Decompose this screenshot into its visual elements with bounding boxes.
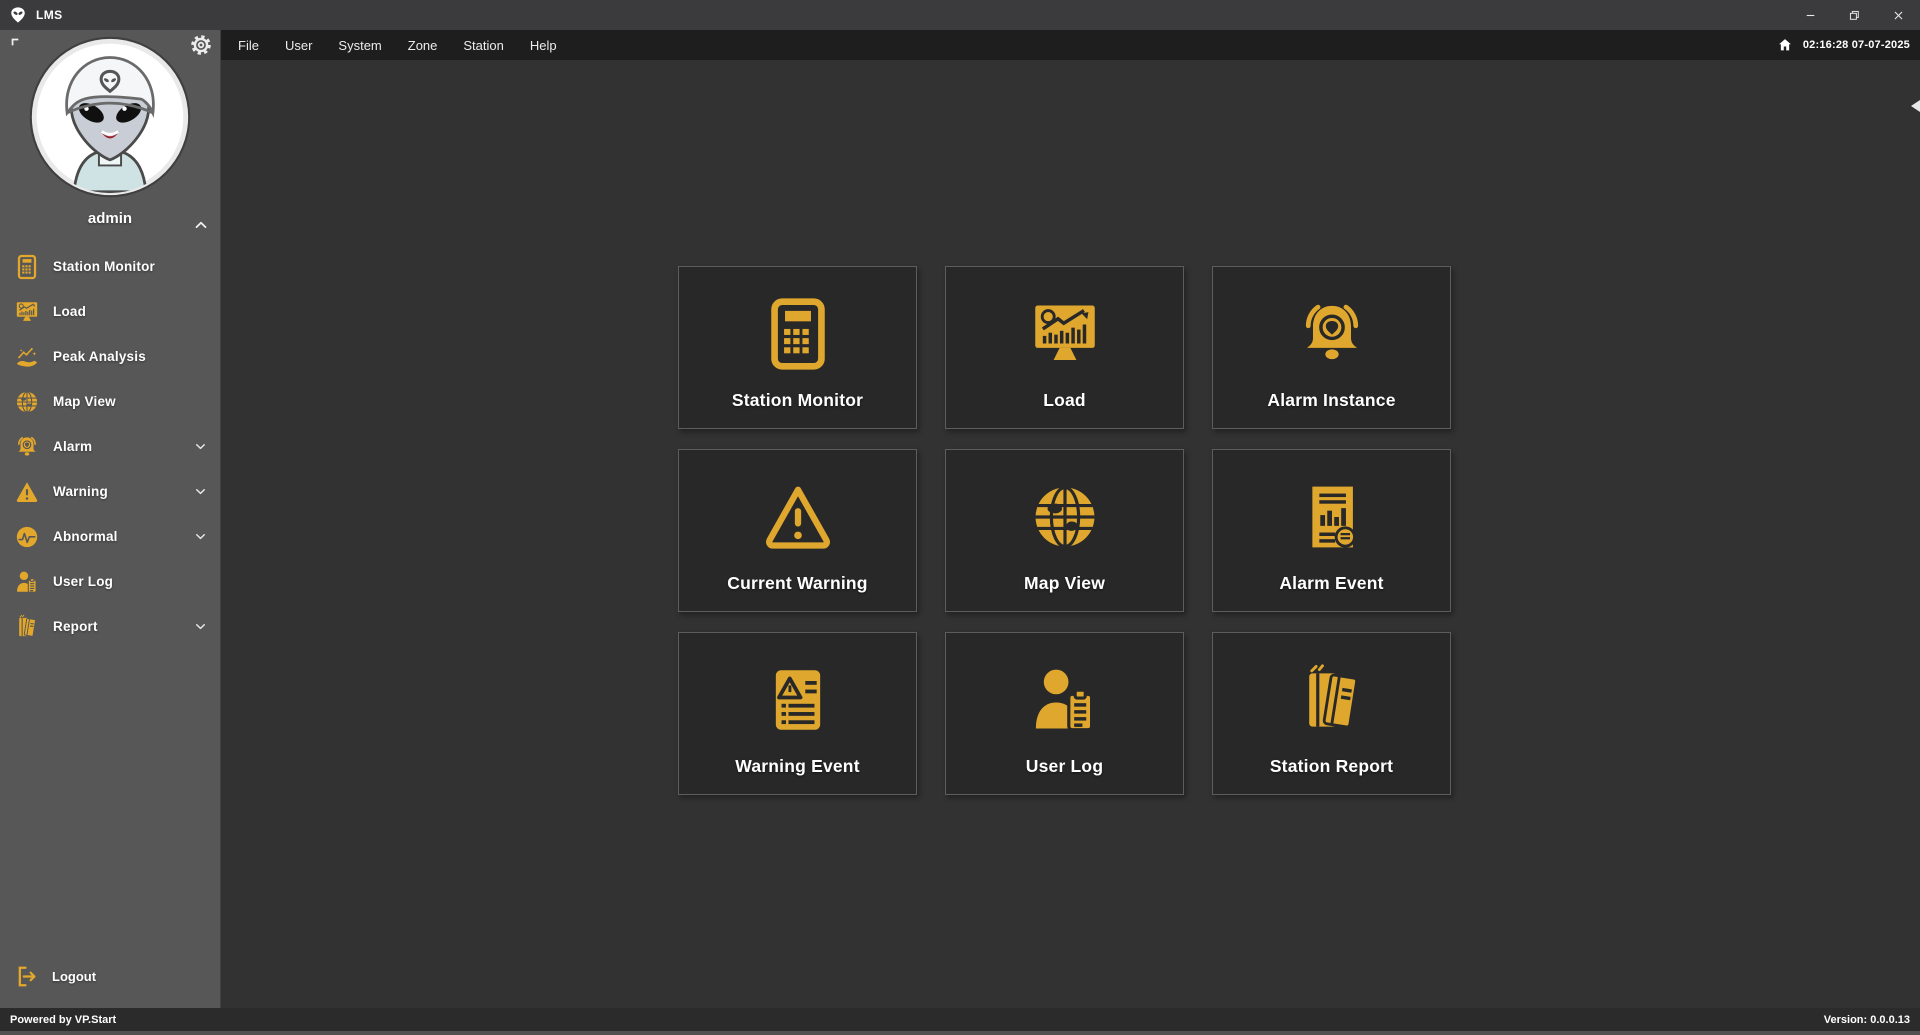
app-title: LMS: [36, 8, 63, 22]
calculator-icon: [758, 267, 838, 390]
globe-icon: [14, 389, 40, 415]
version-text: Version: 0.0.0.13: [1824, 1014, 1910, 1026]
menu-user[interactable]: User: [272, 30, 325, 60]
chevron-down-icon: [193, 619, 208, 634]
abnormal-icon: [14, 524, 40, 550]
tile-alarm-instance[interactable]: Alarm Instance: [1212, 266, 1451, 429]
warning-doc-icon: [758, 633, 838, 756]
user-clipboard-icon: [14, 569, 40, 595]
sidebar-item-report[interactable]: Report: [0, 604, 220, 649]
tile-label: Station Monitor: [732, 390, 863, 411]
menu-file[interactable]: File: [225, 30, 272, 60]
logout-label: Logout: [52, 969, 96, 984]
window-close[interactable]: [1876, 0, 1920, 30]
tiles-grid: Station Monitor Load Alarm Instance Curr…: [678, 266, 1451, 795]
menu-station[interactable]: Station: [450, 30, 516, 60]
sidebar-item-label: Alarm: [53, 439, 92, 454]
username: admin: [0, 210, 220, 227]
calculator-icon: [14, 254, 40, 280]
chevron-down-icon: [193, 484, 208, 499]
menubar-right: 02:16:28 07-07-2025: [1777, 37, 1920, 53]
window-minimize[interactable]: [1788, 0, 1832, 30]
tile-map-view[interactable]: Map View: [945, 449, 1184, 612]
hand-chart-icon: [14, 344, 40, 370]
books-icon: [1292, 633, 1372, 756]
sidebar-item-abnormal[interactable]: Abnormal: [0, 514, 220, 559]
alien-icon: [9, 6, 27, 24]
chevron-down-icon: [193, 529, 208, 544]
menu-items: File User System Zone Station Help: [220, 30, 570, 60]
sidebar-item-alarm[interactable]: Alarm: [0, 424, 220, 469]
corner-icon: [9, 36, 25, 52]
warning-filled-icon: [14, 479, 40, 505]
report-doc-icon: [1292, 450, 1372, 573]
tile-label: Current Warning: [727, 573, 867, 594]
sidebar-nav: Station Monitor Load Peak Analysis: [0, 244, 220, 649]
sidebar-item-label: Peak Analysis: [53, 349, 146, 364]
tile-station-report[interactable]: Station Report: [1212, 632, 1451, 795]
powered-by-text: Powered by VP.Start: [10, 1014, 116, 1026]
tile-label: Warning Event: [735, 756, 859, 777]
tile-label: User Log: [1026, 756, 1103, 777]
tile-label: Load: [1043, 390, 1086, 411]
monitor-chart-icon: [14, 299, 40, 325]
menubar: File User System Zone Station Help 02:16…: [220, 30, 1920, 60]
tile-current-warning[interactable]: Current Warning: [678, 449, 917, 612]
collapse-profile-button[interactable]: [190, 216, 212, 234]
menu-system[interactable]: System: [325, 30, 394, 60]
chevron-down-icon: [193, 439, 208, 454]
sidebar-item-label: Load: [53, 304, 86, 319]
sidebar-item-map-view[interactable]: Map View: [0, 379, 220, 424]
close-icon: [1892, 9, 1905, 22]
sidebar-item-load[interactable]: Load: [0, 289, 220, 334]
sidebar-item-warning[interactable]: Warning: [0, 469, 220, 514]
sidebar-item-label: Report: [53, 619, 98, 634]
avatar: [27, 34, 193, 200]
tile-label: Alarm Event: [1279, 573, 1383, 594]
monitor-chart-icon: [1025, 267, 1105, 390]
window-restore[interactable]: [1832, 0, 1876, 30]
window-controls: [1788, 0, 1920, 30]
chevron-up-icon: [190, 216, 212, 234]
bell-alien-icon: [14, 434, 40, 460]
globe-icon: [1025, 450, 1105, 573]
books-icon: [14, 614, 40, 640]
sidebar-item-label: Map View: [53, 394, 116, 409]
user-clipboard-icon: [1025, 633, 1105, 756]
sidebar-item-label: Abnormal: [53, 529, 118, 544]
tile-alarm-event[interactable]: Alarm Event: [1212, 449, 1451, 612]
sidebar-item-label: Station Monitor: [53, 259, 155, 274]
edge-marker: [1911, 100, 1920, 112]
sidebar-item-peak-analysis[interactable]: Peak Analysis: [0, 334, 220, 379]
tile-label: Map View: [1024, 573, 1105, 594]
menu-help[interactable]: Help: [517, 30, 570, 60]
sidebar-item-user-log[interactable]: User Log: [0, 559, 220, 604]
bell-alien-icon: [1292, 267, 1372, 390]
logout-button[interactable]: Logout: [0, 954, 220, 998]
tile-label: Station Report: [1270, 756, 1393, 777]
tile-user-log[interactable]: User Log: [945, 632, 1184, 795]
home-icon[interactable]: [1777, 37, 1793, 53]
sidebar-item-label: Warning: [53, 484, 108, 499]
restore-icon: [1848, 9, 1861, 22]
titlebar: LMS: [0, 0, 1920, 30]
tile-station-monitor[interactable]: Station Monitor: [678, 266, 917, 429]
tile-label: Alarm Instance: [1267, 390, 1395, 411]
statusbar: Powered by VP.Start Version: 0.0.0.13: [0, 1008, 1920, 1031]
clock: 02:16:28 07-07-2025: [1803, 39, 1910, 51]
main-content: Station Monitor Load Alarm Instance Curr…: [221, 60, 1920, 1008]
minimize-icon: [1804, 9, 1817, 22]
tile-warning-event[interactable]: Warning Event: [678, 632, 917, 795]
sidebar: admin Station Monitor Load Peak Analys: [0, 30, 221, 1008]
window-bottom-edge: [0, 1031, 1920, 1035]
warning-outline-icon: [758, 450, 838, 573]
menu-zone[interactable]: Zone: [395, 30, 451, 60]
sidebar-item-station-monitor[interactable]: Station Monitor: [0, 244, 220, 289]
sidebar-item-label: User Log: [53, 574, 113, 589]
tile-load[interactable]: Load: [945, 266, 1184, 429]
logout-icon: [14, 964, 39, 989]
